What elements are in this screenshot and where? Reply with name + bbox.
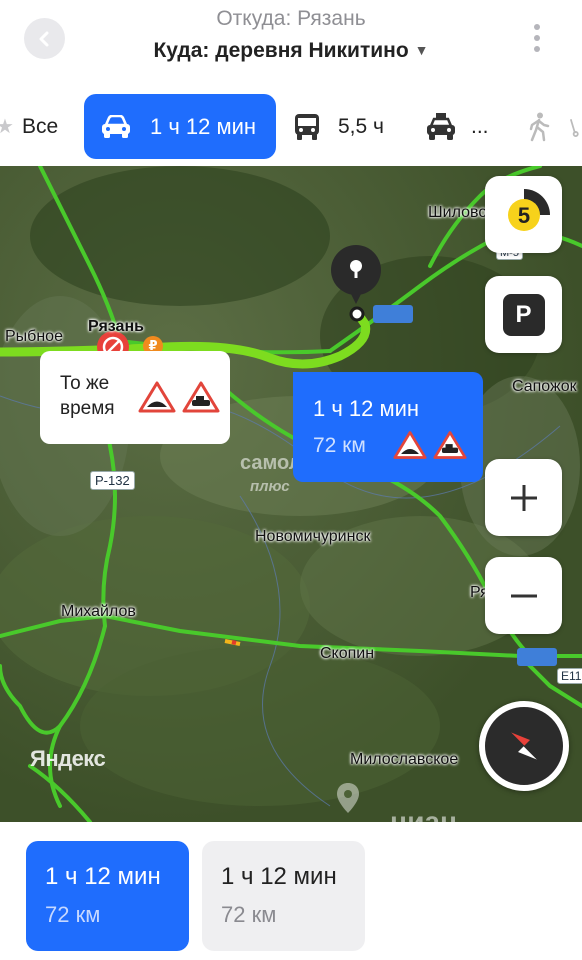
traffic-button[interactable]: 5 — [485, 176, 562, 253]
taxi-icon — [427, 112, 455, 140]
road-shield — [373, 305, 413, 323]
place-label: Шилово — [428, 204, 488, 221]
road-shield — [517, 648, 557, 666]
tab-taxi[interactable]: ... — [425, 94, 489, 159]
place-label: Скопин — [320, 645, 375, 662]
road-bump-warning-icon — [393, 431, 427, 459]
dot-icon — [534, 35, 540, 41]
zoom-in-button[interactable] — [485, 459, 562, 536]
route-card-time: 1 ч 12 мин — [221, 863, 337, 890]
route-card-time: 1 ч 12 мин — [45, 863, 161, 890]
route-card-2[interactable]: 1 ч 12 мин 72 км — [202, 841, 365, 951]
route-options: 1 ч 12 мин 72 км 1 ч 12 мин 72 км — [0, 822, 582, 960]
tab-scooter[interactable] — [568, 94, 582, 159]
yandex-logo: Яндекс — [30, 746, 106, 771]
place-label: Новомичуринск — [255, 528, 371, 545]
destination-label: Куда: деревня Никитино — [153, 39, 409, 62]
bus-icon — [295, 113, 319, 140]
watermark: циан — [390, 806, 457, 822]
route-card-distance: 72 км — [45, 902, 101, 927]
traffic-level-icon: 5 — [507, 188, 550, 231]
location-watermark-icon — [337, 783, 359, 813]
compass-icon — [509, 731, 539, 761]
tab-all[interactable]: ★ Все — [0, 94, 58, 159]
star-icon: ★ — [0, 116, 14, 138]
tab-walk[interactable] — [528, 94, 550, 159]
dot-icon — [534, 24, 540, 30]
tab-car[interactable]: 1 ч 12 мин — [84, 94, 276, 159]
tab-transit[interactable]: 5,5 ч — [292, 94, 384, 159]
tab-all-label: Все — [21, 114, 59, 138]
map-view[interactable]: ₽ Шилово Рыбное Рязань Сапожок Новомичур… — [0, 166, 582, 822]
route-distance: 72 км — [313, 434, 366, 457]
main-route-bubble[interactable]: 1 ч 12 мин 72 км — [293, 372, 483, 482]
scooter-icon — [569, 118, 579, 137]
minus-icon — [510, 594, 537, 597]
origin-field[interactable]: Откуда: Рязань — [0, 7, 582, 31]
place-label: Милославское — [350, 751, 459, 768]
pedestrian-icon — [529, 112, 550, 141]
tab-car-label: 1 ч 12 мин — [150, 113, 257, 139]
watermark: плюс — [250, 478, 290, 495]
tab-taxi-label: ... — [471, 114, 489, 138]
route-time: 1 ч 12 мин — [313, 396, 420, 421]
place-label: Сапожок — [512, 378, 577, 395]
dot-icon — [534, 46, 540, 52]
place-label: Михайлов — [61, 603, 136, 620]
parking-icon: P — [502, 293, 545, 336]
tab-transit-label: 5,5 ч — [338, 114, 384, 138]
road-bump-warning-icon — [138, 381, 176, 413]
caret-down-icon: ▼ — [414, 42, 429, 58]
alt-route-label: То же время — [60, 373, 115, 419]
road-tag: Е11 — [557, 668, 582, 684]
route-card-1[interactable]: 1 ч 12 мин 72 км — [26, 841, 189, 951]
road-works-warning-icon — [182, 381, 220, 413]
destination-field[interactable]: Куда: деревня Никитино ▼ — [0, 39, 582, 63]
more-options-button[interactable] — [520, 18, 554, 58]
parking-button[interactable]: P — [485, 276, 562, 353]
zoom-out-button[interactable] — [485, 557, 562, 634]
car-icon — [102, 114, 130, 138]
traffic-level-value: 5 — [517, 203, 529, 228]
destination-pin-icon[interactable] — [330, 244, 382, 306]
plus-icon — [510, 484, 537, 511]
place-label: Рязань — [88, 318, 144, 335]
app-root: Откуда: Рязань Куда: деревня Никитино ▼ ★… — [0, 0, 582, 960]
route-header: Откуда: Рязань Куда: деревня Никитино ▼ — [0, 0, 582, 88]
transport-tabs: ★ Все 1 ч 12 мин 5,5 ч ... — [0, 88, 582, 166]
place-label: Рыбное — [5, 328, 63, 345]
road-tag: Р-132 — [90, 471, 135, 490]
route-card-distance: 72 км — [221, 902, 277, 927]
compass-button[interactable] — [479, 701, 569, 791]
alt-route-bubble[interactable]: То же время — [40, 351, 230, 444]
road-works-warning-icon — [433, 431, 467, 459]
